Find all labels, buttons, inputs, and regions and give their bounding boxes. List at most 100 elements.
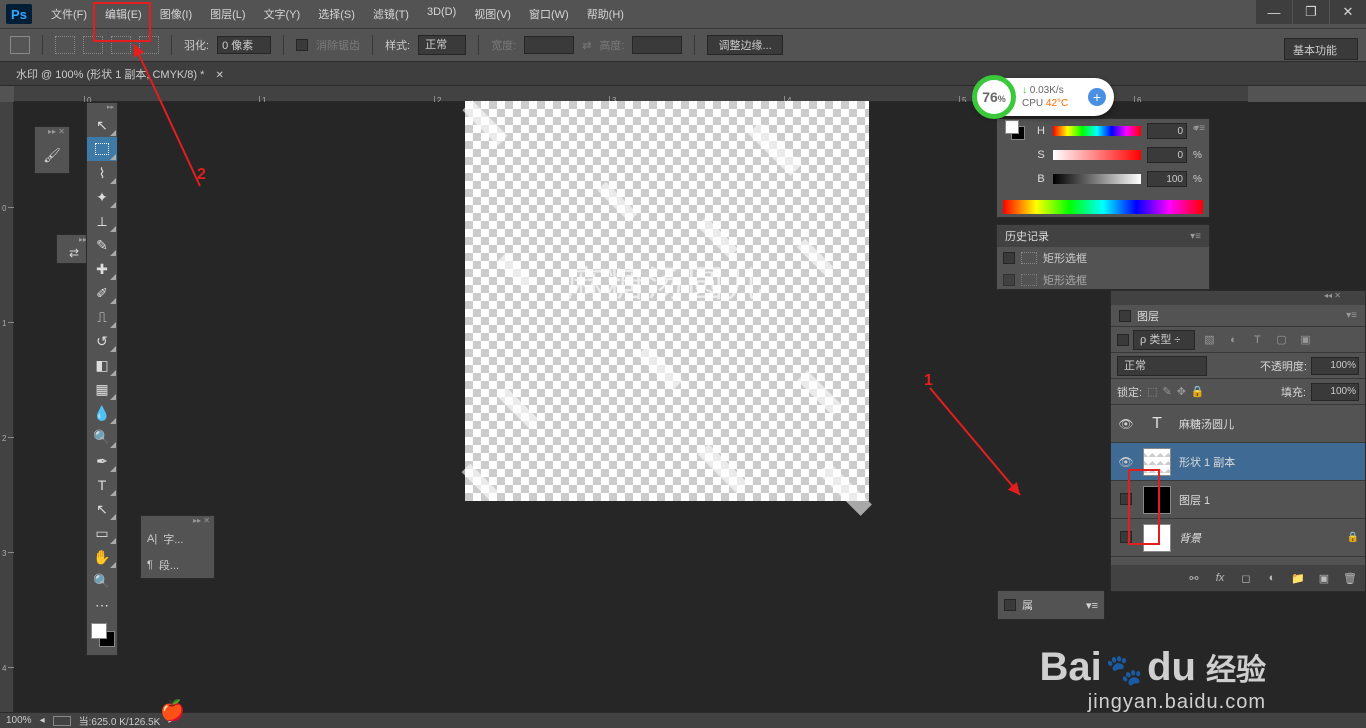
eyedropper-tool[interactable]: ✎ <box>87 233 117 257</box>
filter-pixel-icon[interactable]: ▧ <box>1199 331 1219 349</box>
layer-mask-icon[interactable]: ◻ <box>1237 572 1255 585</box>
visibility-toggle[interactable] <box>1117 531 1135 545</box>
menu-select[interactable]: 选择(S) <box>309 1 364 27</box>
hand-tool[interactable]: ✋ <box>87 545 117 569</box>
marquee-tool[interactable] <box>87 137 117 161</box>
lock-position-icon[interactable]: ✥ <box>1177 385 1186 398</box>
menu-view[interactable]: 视图(V) <box>465 1 520 27</box>
document-tab[interactable]: 水印 @ 100% (形状 1 副本, CMYK/8) * ✕ <box>8 62 232 86</box>
brush-tool[interactable]: ✐ <box>87 281 117 305</box>
new-selection-icon[interactable] <box>55 36 75 54</box>
shape-tool[interactable]: ▭ <box>87 521 117 545</box>
tab-close-icon[interactable]: ✕ <box>216 70 224 81</box>
filter-type-icon[interactable]: T <box>1247 331 1267 349</box>
properties-panel[interactable]: 属▾≡ <box>997 590 1105 620</box>
opacity-input[interactable] <box>1311 357 1359 375</box>
menu-window[interactable]: 窗口(W) <box>520 1 578 27</box>
zoom-tool[interactable]: 🔍 <box>87 569 117 593</box>
feather-input[interactable] <box>217 36 271 54</box>
pen-tool[interactable]: ✒ <box>87 449 117 473</box>
wand-tool[interactable]: ✦ <box>87 185 117 209</box>
more-tools-icon[interactable]: ⋯ <box>87 593 117 617</box>
menu-filter[interactable]: 滤镜(T) <box>364 1 418 27</box>
history-item[interactable]: 矩形选框 <box>997 269 1209 291</box>
filter-toggle[interactable] <box>1117 334 1129 346</box>
fill-input[interactable] <box>1311 383 1359 401</box>
lock-all-icon[interactable]: 🔒 <box>1191 385 1205 398</box>
tool-preset-icon[interactable] <box>10 36 30 54</box>
s-value-input[interactable] <box>1147 147 1187 163</box>
move-tool[interactable]: ↖ <box>87 113 117 137</box>
stamp-tool[interactable]: ⎍ <box>87 305 117 329</box>
menu-image[interactable]: 图像(I) <box>151 1 201 27</box>
b-value-input[interactable] <box>1147 171 1187 187</box>
layers-panel-collapse-icon[interactable]: ◂◂ ✕ <box>1111 291 1365 305</box>
blur-tool[interactable]: 💧 <box>87 401 117 425</box>
paragraph-button[interactable]: ¶段... <box>141 552 214 578</box>
layers-tab[interactable]: 图层 ▾≡ <box>1111 305 1365 327</box>
foreground-color-swatch[interactable] <box>91 623 107 639</box>
delete-layer-icon[interactable]: 🗑 <box>1341 572 1359 585</box>
visibility-toggle[interactable] <box>1117 493 1135 507</box>
window-maximize-button[interactable]: ❐ <box>1293 0 1329 24</box>
history-tab[interactable]: 历史记录▾≡ <box>997 225 1209 247</box>
zoom-level[interactable]: 100% <box>6 715 32 726</box>
h-slider[interactable] <box>1053 126 1141 136</box>
crop-tool[interactable]: ⟂ <box>87 209 117 233</box>
dodge-tool[interactable]: 🔍 <box>87 425 117 449</box>
lasso-tool[interactable]: ⌇ <box>87 161 117 185</box>
color-swatches[interactable] <box>87 621 117 651</box>
layer-name[interactable]: 形状 1 副本 <box>1179 454 1359 470</box>
filter-kind-select[interactable]: ρ 类型 ÷ <box>1133 330 1195 350</box>
h-value-input[interactable] <box>1147 123 1187 139</box>
layer-name[interactable]: 背景 <box>1179 530 1339 546</box>
window-close-button[interactable]: ✕ <box>1330 0 1366 24</box>
window-minimize-button[interactable]: — <box>1256 0 1292 24</box>
doc-size[interactable]: 当:625.0 K/126.5K <box>79 713 161 728</box>
char-panel-head[interactable]: ▸▸ ✕ <box>141 516 214 526</box>
lock-transparent-icon[interactable]: ⬚ <box>1147 385 1157 398</box>
history-brush-tool[interactable]: ↺ <box>87 329 117 353</box>
perf-widget[interactable]: 76% ↓ 0.03K/s CPU 42°C + <box>974 78 1114 116</box>
eraser-tool[interactable]: ◧ <box>87 353 117 377</box>
layer-row[interactable]: 👁 形状 1 副本 <box>1111 443 1365 481</box>
color-panel-menu-icon[interactable]: ▾≡ <box>1194 123 1205 134</box>
antialias-checkbox[interactable] <box>296 39 308 51</box>
layer-name[interactable]: 麻糖汤圆儿 <box>1179 416 1359 432</box>
menu-file[interactable]: 文件(F) <box>42 1 96 27</box>
blend-mode-select[interactable]: 正常 <box>1117 356 1207 376</box>
layer-row[interactable]: 图层 1 <box>1111 481 1365 519</box>
color-spectrum[interactable] <box>1003 200 1203 214</box>
menu-3d[interactable]: 3D(D) <box>418 1 465 27</box>
visibility-toggle[interactable]: 👁 <box>1117 417 1135 431</box>
gradient-tool[interactable]: ▦ <box>87 377 117 401</box>
intersect-selection-icon[interactable] <box>139 36 159 54</box>
new-layer-icon[interactable]: ▣ <box>1315 572 1333 585</box>
workspace-select[interactable]: 基本功能 <box>1284 38 1358 60</box>
layer-fx-icon[interactable]: fx <box>1211 572 1229 584</box>
type-tool[interactable]: T <box>87 473 117 497</box>
visibility-toggle[interactable]: 👁 <box>1117 455 1135 469</box>
menu-edit[interactable]: 编辑(E) <box>96 1 151 27</box>
collapsed-panel-1[interactable]: ▸▸ ✕ 🖌 <box>34 126 70 174</box>
subtract-selection-icon[interactable] <box>111 36 131 54</box>
refine-edge-button[interactable]: 调整边缘... <box>707 35 782 55</box>
color-panel-swatches[interactable] <box>1003 118 1029 144</box>
add-selection-icon[interactable] <box>83 36 103 54</box>
layer-row[interactable]: 👁 T 麻糖汤圆儿 <box>1111 405 1365 443</box>
path-tool[interactable]: ↖ <box>87 497 117 521</box>
b-slider[interactable] <box>1053 174 1141 184</box>
perf-add-icon[interactable]: + <box>1088 88 1106 106</box>
filter-shape-icon[interactable]: ▢ <box>1271 331 1291 349</box>
document-canvas[interactable]: 麻糖汤圆儿 <box>465 101 869 501</box>
link-layers-icon[interactable]: ⚯ <box>1185 572 1203 585</box>
filter-adjustment-icon[interactable]: ◐ <box>1223 331 1243 349</box>
menu-layer[interactable]: 图层(L) <box>201 1 254 27</box>
adjustment-layer-icon[interactable]: ◐ <box>1263 572 1281 584</box>
filter-smart-icon[interactable]: ▣ <box>1295 331 1315 349</box>
history-item[interactable]: 矩形选框 <box>997 247 1209 269</box>
healing-tool[interactable]: ✚ <box>87 257 117 281</box>
character-button[interactable]: A|字... <box>141 526 214 552</box>
menu-type[interactable]: 文字(Y) <box>255 1 310 27</box>
lock-image-icon[interactable]: ✎ <box>1162 385 1171 398</box>
